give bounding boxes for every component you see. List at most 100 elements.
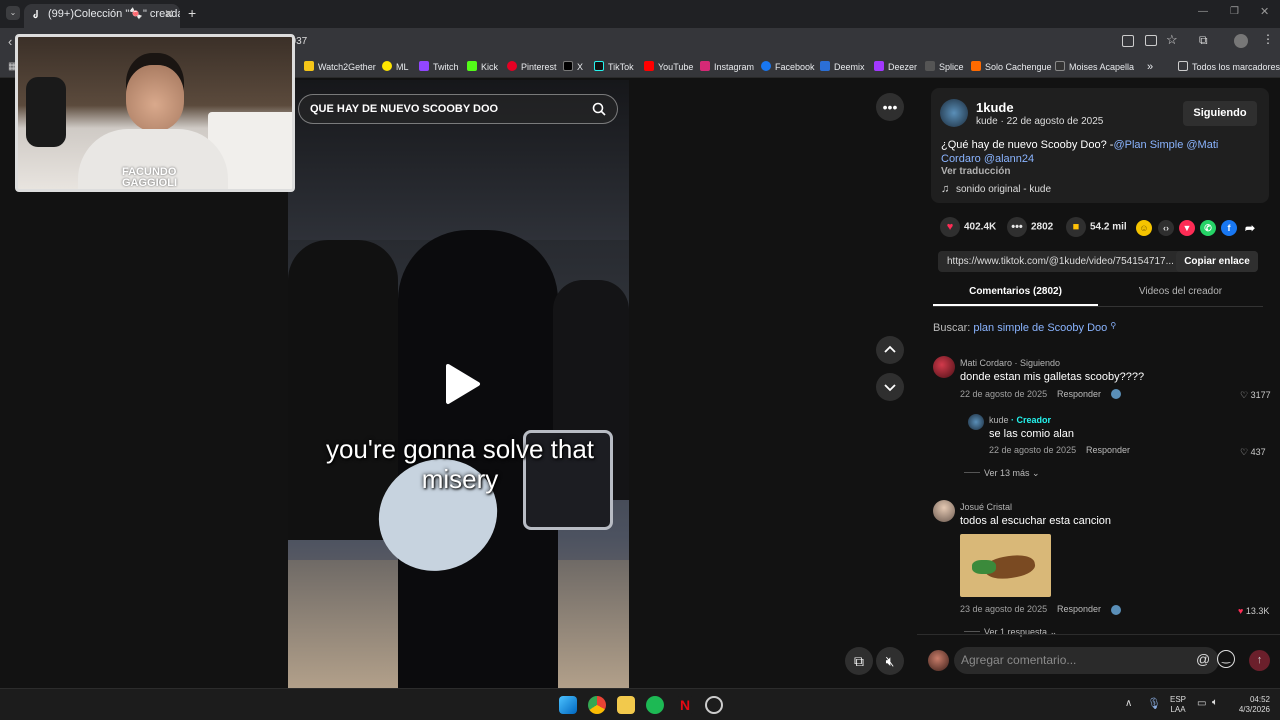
view-more-replies[interactable]: Ver 13 más ⌄ (964, 468, 1040, 479)
search-icon[interactable] (592, 102, 606, 116)
bookmark-deemix[interactable]: Deemix (820, 60, 865, 74)
mention-alann24[interactable]: @alann24 (984, 153, 1034, 165)
pip-button[interactable]: ⧉ (845, 647, 873, 675)
bookmark-ml[interactable]: ML (382, 60, 409, 74)
tab-comments[interactable]: Comentarios (2802) (933, 286, 1098, 297)
emoji-icon[interactable]: ‿ (1217, 650, 1235, 668)
app-icon[interactable] (705, 696, 723, 714)
like-action[interactable]: ♥ 402.4K (940, 217, 996, 237)
bookmark-deezer[interactable]: Deezer (874, 60, 917, 74)
reply-author[interactable]: kude · Creador (989, 415, 1051, 425)
tab-search-icon[interactable]: ⌄ (6, 6, 20, 20)
file-explorer-icon[interactable] (617, 696, 635, 714)
see-translation-link[interactable]: Ver traducción (941, 166, 1010, 177)
mention-plan-simple[interactable]: @Plan Simple (1113, 139, 1183, 151)
send-to-friends-icon[interactable]: ▼ (1179, 220, 1195, 236)
bookmark-twitch[interactable]: Twitch (419, 60, 459, 74)
mute-button[interactable]: 🔇︎ (876, 647, 904, 675)
bookmark-solo-cachengue[interactable]: Solo Cachengue (971, 60, 1052, 74)
restore-icon[interactable]: ❐ (1230, 6, 1239, 17)
bookmark-pinterest[interactable]: Pinterest (507, 60, 557, 74)
play-icon[interactable] (442, 362, 482, 406)
new-tab-button[interactable]: + (188, 5, 196, 21)
comment-gif-image[interactable] (960, 534, 1051, 597)
comment-input[interactable]: Agregar comentario... @ (954, 647, 1219, 674)
bookmark-instagram[interactable]: Instagram (700, 60, 754, 74)
tray-chevron-icon[interactable]: ∧ (1125, 698, 1132, 709)
language-indicator[interactable]: ESP LAA (1170, 695, 1186, 715)
profile-avatar[interactable] (1234, 34, 1248, 48)
whatsapp-icon[interactable]: ✆ (1200, 220, 1216, 236)
following-button[interactable]: Siguiendo (1183, 101, 1257, 126)
microphone-icon[interactable]: 🎙︎ (1147, 697, 1161, 710)
clock[interactable]: 04:52 4/3/2026 (1234, 695, 1270, 715)
gif-figure (972, 560, 996, 574)
share-url-text[interactable]: https://www.tiktok.com/@1kude/video/7541… (947, 256, 1174, 267)
more-bookmarks-icon[interactable]: » (1147, 60, 1153, 74)
comment-action[interactable]: ••• 2802 (1007, 217, 1053, 237)
windows-start-icon[interactable] (559, 696, 577, 714)
cast-icon[interactable] (1145, 35, 1157, 46)
bookmark-star-icon[interactable]: ☆ (1166, 32, 1178, 48)
browser-tab-strip: ⌄ (99+)Colección "🍬" creada po ✕ + — ❐ ✕ (0, 0, 1280, 28)
browser-tab[interactable]: (99+)Colección "🍬" creada po ✕ (24, 4, 180, 28)
view-replies[interactable]: Ver 1 respuesta ⌄ (964, 627, 1057, 638)
bookmark-splice[interactable]: Splice (925, 60, 964, 74)
search-suggestion-label: Buscar: (933, 322, 971, 334)
reply-button[interactable]: Responder (1057, 604, 1101, 614)
back-icon[interactable]: ‹ (8, 34, 12, 49)
comment-like[interactable]: ♥ 13.3K (1238, 606, 1269, 616)
search-suggestion[interactable]: Buscar: plan simple de Scooby Doo ⚲ (933, 321, 1116, 334)
spotify-icon[interactable] (646, 696, 664, 714)
volume-icon[interactable]: 🔈︎ (1212, 697, 1218, 708)
input-divider (917, 634, 1280, 635)
next-video-button[interactable] (876, 373, 904, 401)
copy-link-button[interactable]: Copiar enlace (1176, 251, 1258, 272)
reply-reply-button[interactable]: Responder (1086, 445, 1130, 455)
translate-icon[interactable] (1122, 35, 1134, 47)
minimize-icon[interactable]: — (1198, 6, 1208, 17)
current-user-avatar[interactable] (928, 650, 949, 671)
save-action[interactable]: ■ 54.2 mil (1066, 217, 1127, 237)
netflix-icon[interactable]: N (676, 696, 694, 714)
coin-share-icon[interactable]: ☺ (1136, 220, 1152, 236)
bookmark-watch2gether[interactable]: Watch2Gether (304, 60, 376, 74)
reply-avatar[interactable] (968, 414, 984, 430)
bookmark-youtube[interactable]: YouTube (644, 60, 693, 74)
comment-author[interactable]: Josué Cristal (960, 502, 1012, 512)
network-icon[interactable]: ▭ (1197, 698, 1206, 709)
video-search-bar[interactable]: QUE HAY DE NUEVO SCOOBY DOO (298, 94, 618, 124)
menu-icon[interactable]: ⋮ (1262, 32, 1274, 46)
chrome-icon[interactable] (588, 696, 606, 714)
search-suggestion-query[interactable]: plan simple de Scooby Doo (973, 322, 1107, 334)
close-tab-icon[interactable]: ✕ (164, 4, 174, 24)
creator-username[interactable]: 1kude (976, 100, 1014, 115)
post-comment-button[interactable]: ↑ (1249, 650, 1270, 671)
extensions-icon[interactable]: ⧉ (1199, 33, 1208, 48)
embed-icon[interactable]: ‹› (1158, 220, 1174, 236)
reply-like[interactable]: ♡ 437 (1240, 447, 1266, 458)
comment-text: todos al escuchar esta cancion (960, 515, 1112, 527)
bookmark-tiktok[interactable]: TikTok (594, 60, 634, 74)
bookmark-label: TikTok (608, 62, 634, 72)
bookmark-x[interactable]: X (563, 60, 583, 74)
share-arrow-icon[interactable]: ➦ (1242, 220, 1258, 236)
close-window-icon[interactable]: ✕ (1260, 5, 1269, 18)
more-options-icon[interactable]: ••• (876, 93, 904, 121)
comment-like[interactable]: ♡ 3177 (1240, 390, 1271, 401)
creator-avatar[interactable] (940, 99, 968, 127)
comment-author[interactable]: Mati Cordaro · Siguiendo (960, 358, 1060, 368)
commenter-avatar[interactable] (933, 356, 955, 378)
facebook-icon[interactable]: f (1221, 220, 1237, 236)
commenter-avatar[interactable] (933, 500, 955, 522)
mention-icon[interactable]: @ (1196, 651, 1210, 667)
bookmark-moises-acapella[interactable]: Moises Acapella (1055, 60, 1134, 74)
all-bookmarks-folder[interactable]: Todos los marcadores (1178, 60, 1280, 74)
view-replies-label: Ver 1 respuesta (984, 627, 1048, 637)
sound-link[interactable]: sonido original - kude (956, 184, 1051, 195)
previous-video-button[interactable] (876, 336, 904, 364)
reply-button[interactable]: Responder (1057, 389, 1101, 399)
bookmark-facebook[interactable]: Facebook (761, 60, 815, 74)
tab-creator-videos[interactable]: Videos del creador (1098, 286, 1263, 297)
bookmark-kick[interactable]: Kick (467, 60, 498, 74)
